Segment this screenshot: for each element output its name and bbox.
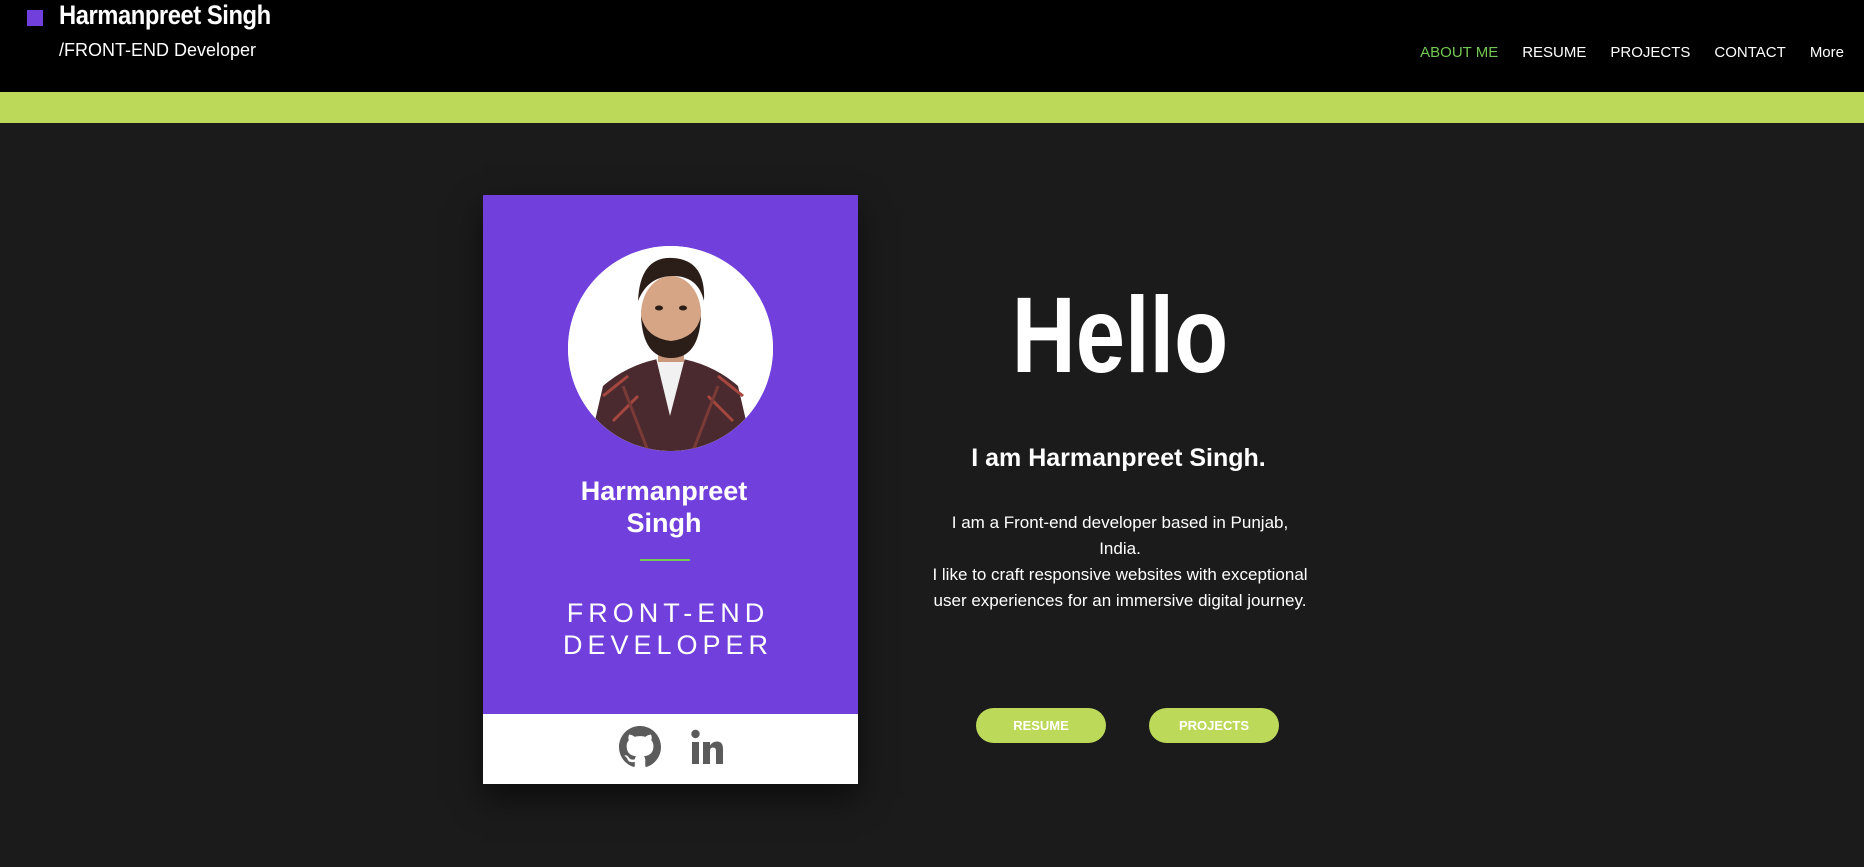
bio-line: user experiences for an immersive digita…: [933, 591, 1307, 610]
nav-contact[interactable]: CONTACT: [1714, 44, 1785, 61]
avatar-portrait: [568, 246, 773, 451]
site-header: Harmanpreet Singh /FRONT-END Developer A…: [0, 0, 1864, 92]
card-role-line1: FRONT-END: [566, 598, 770, 628]
linkedin-icon[interactable]: [689, 728, 725, 766]
bio-line: I am a Front-end developer based in Punj…: [951, 513, 1289, 532]
card-name-line1: Harmanpreet: [580, 476, 748, 506]
hero-intro: I am Harmanpreet Singh.: [971, 444, 1266, 472]
nav-more[interactable]: More: [1810, 44, 1844, 61]
nav-resume[interactable]: RESUME: [1522, 44, 1586, 61]
site-title[interactable]: Harmanpreet Singh: [59, 0, 271, 31]
nav-about-me[interactable]: ABOUT ME: [1420, 44, 1498, 61]
hero-greeting: Hello: [1011, 274, 1229, 395]
card-divider: [640, 559, 690, 561]
bio-line: I like to craft responsive websites with…: [932, 565, 1308, 584]
projects-button[interactable]: PROJECTS: [1149, 708, 1279, 743]
avatar: [568, 246, 773, 451]
card-name: Harmanpreet Singh: [483, 475, 845, 539]
site-subtitle: /FRONT-END Developer: [59, 40, 257, 60]
card-role-line2: DEVELOPER: [562, 630, 774, 660]
logo-square: [27, 10, 43, 26]
github-icon[interactable]: [619, 726, 661, 768]
accent-band: [0, 92, 1864, 123]
bio-line: India.: [1099, 539, 1141, 558]
nav-projects[interactable]: PROJECTS: [1610, 44, 1690, 61]
card-role: FRONT-END DEVELOPER: [483, 597, 853, 661]
card-name-line2: Singh: [626, 508, 702, 538]
resume-button[interactable]: RESUME: [976, 708, 1106, 743]
profile-card: Harmanpreet Singh FRONT-END DEVELOPER: [483, 195, 858, 784]
hero-bio: I am a Front-end developer based in Punj…: [930, 510, 1310, 614]
card-header: Harmanpreet Singh FRONT-END DEVELOPER: [483, 195, 858, 714]
main-nav: ABOUT ME RESUME PROJECTS CONTACT More: [1396, 44, 1844, 61]
card-social-bar: [483, 714, 858, 784]
